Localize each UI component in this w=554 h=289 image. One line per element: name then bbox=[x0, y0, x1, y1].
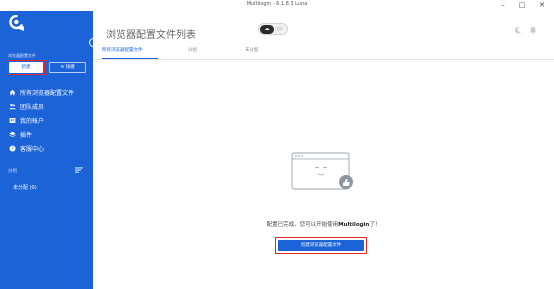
group-item-unassigned[interactable]: 未分配 (0) bbox=[13, 184, 37, 191]
browser-empty-illustration bbox=[291, 152, 353, 190]
sidebar-item-label: 团队成员 bbox=[20, 103, 45, 111]
window-titlebar: Multilogin - 6.1.8.3 Luna bbox=[0, 0, 554, 11]
team-icon bbox=[8, 102, 16, 110]
layers-icon bbox=[8, 130, 16, 138]
page-title: 浏览器配置文件列表 bbox=[106, 30, 196, 41]
minimize-button[interactable]: – bbox=[494, 0, 512, 11]
sidebar-item-my-account[interactable]: 我的帐户 bbox=[8, 113, 90, 127]
sidebar-item-team-members[interactable]: 团队成员 bbox=[8, 99, 90, 113]
sidebar-item-help-center[interactable]: ? 客服中心 bbox=[8, 141, 90, 155]
multilogin-logo bbox=[9, 15, 24, 31]
sidebar-section-title: 浏览器配置文件 bbox=[8, 53, 36, 58]
groups-label: 分组 bbox=[8, 169, 17, 174]
window-title: Multilogin - 6.1.8.3 Luna bbox=[246, 1, 308, 7]
maximize-button[interactable]: □ bbox=[513, 0, 531, 11]
sidebar-item-label: 插件 bbox=[20, 131, 33, 139]
tab-unassigned[interactable]: 未分配 bbox=[245, 47, 259, 53]
new-button-highlight-frame bbox=[7, 60, 45, 75]
dark-mode-icon[interactable] bbox=[514, 26, 522, 34]
sort-icon[interactable] bbox=[75, 167, 83, 173]
sidebar-item-label: 所有浏览器配置文件 bbox=[20, 89, 75, 97]
bell-icon[interactable] bbox=[529, 26, 537, 34]
local-icon: ▭ bbox=[276, 25, 283, 32]
quick-button[interactable]: ⟲ 快捷 bbox=[49, 62, 86, 73]
sidebar-item-label: 我的帐户 bbox=[20, 117, 45, 125]
empty-message-brand: Multilogin bbox=[338, 222, 370, 228]
sidebar-nav: 所有浏览器配置文件 团队成员 我的帐户 插件 ? 客服中心 bbox=[8, 85, 90, 155]
main-panel: 浏览器配置文件列表 ☁ ▭ 所有浏览器配置文件 分组 未分配 配置已完成。您可以… bbox=[93, 11, 554, 289]
sidebar-item-label: 客服中心 bbox=[20, 145, 45, 153]
empty-message-prefix: 配置已完成。您可以开始使用 bbox=[266, 222, 339, 228]
close-button[interactable]: ✕ bbox=[533, 0, 551, 11]
create-profile-button[interactable]: 创建浏览器配置文件 bbox=[278, 240, 364, 251]
sidebar: 浏览器配置文件 新建 ⟲ 快捷 所有浏览器配置文件 团队成员 我的帐户 插件 ?… bbox=[0, 0, 93, 289]
sidebar-item-all-profiles[interactable]: 所有浏览器配置文件 bbox=[8, 85, 90, 99]
cloud-mode-toggle[interactable]: ☁ ▭ bbox=[258, 23, 288, 35]
sidebar-item-plugins[interactable]: 插件 bbox=[8, 127, 90, 141]
account-card-icon bbox=[8, 116, 16, 124]
empty-message-suffix: 了！ bbox=[369, 222, 381, 228]
tab-groups[interactable]: 分组 bbox=[188, 47, 197, 53]
home-icon bbox=[8, 88, 16, 96]
cloud-icon: ☁ bbox=[260, 25, 274, 34]
profile-tabs: 所有浏览器配置文件 分组 未分配 bbox=[93, 44, 554, 60]
tab-all-profiles[interactable]: 所有浏览器配置文件 bbox=[102, 47, 143, 53]
active-tab-indicator bbox=[102, 58, 158, 60]
help-icon: ? bbox=[8, 144, 16, 152]
empty-state-message: 配置已完成。您可以开始使用Multilogin了！ bbox=[93, 220, 554, 228]
